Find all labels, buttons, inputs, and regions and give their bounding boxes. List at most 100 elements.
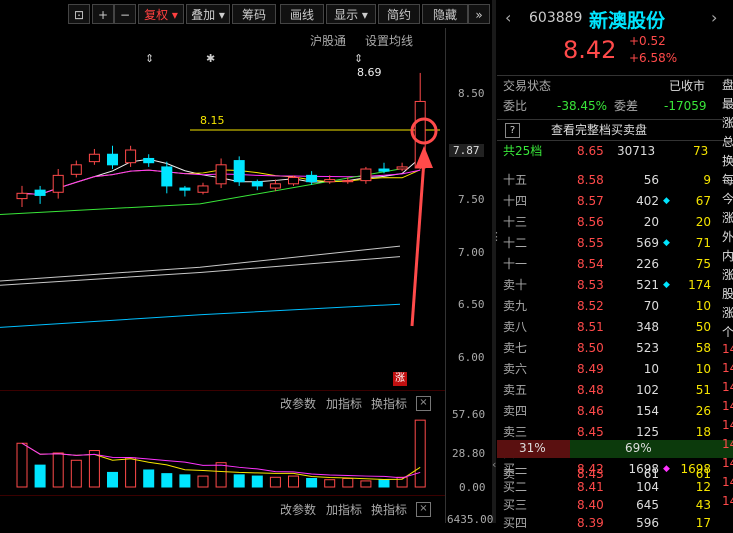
side-strip-item: 涨 (722, 116, 733, 130)
ask-level-label: 十四 (503, 194, 528, 208)
last-price: 8.42 (563, 36, 617, 64)
ratio-row: 委比 -38.45% 委差 -17059 (497, 96, 733, 116)
bid-price: 8.40 (577, 498, 604, 512)
ask-level-label: 卖三 (503, 425, 528, 439)
bid-volume: 645 (636, 498, 659, 512)
ask-row[interactable]: 卖十 8.53 521 ◆ 174 (497, 275, 733, 295)
price-change-pct: +6.58% (629, 51, 678, 65)
ask-volume: 10 (643, 362, 659, 376)
sell-ratio-label: 31% (519, 441, 546, 455)
bid-row[interactable]: 买四 8.39 596 17 (497, 513, 733, 533)
ask-level-label: 十三 (503, 215, 528, 229)
ask-price: 8.49 (577, 362, 604, 376)
ask-level-label: 卖九 (503, 299, 528, 313)
ask-price: 8.56 (577, 215, 604, 229)
ask-orders: 58 (695, 341, 711, 355)
ask-row[interactable]: 十五 8.58 56 9 (497, 170, 733, 190)
callout-annotation (410, 117, 438, 327)
ask-level-label: 卖七 (503, 341, 528, 355)
side-strip-item: 14 (722, 361, 733, 375)
ask-price: 8.58 (577, 173, 604, 187)
prev-stock-icon[interactable]: ‹ (505, 8, 511, 27)
ask-row[interactable]: 卖九 8.52 70 10 (497, 296, 733, 316)
ask-volume: 154 (636, 404, 659, 418)
diff-label: 委差 (614, 99, 639, 113)
bid-level-label: 买二 (503, 480, 528, 494)
large-order-icon: ◆ (663, 238, 670, 248)
status-value: 已收市 (669, 79, 706, 93)
ask-row[interactable]: 卖八 8.51 348 50 (497, 317, 733, 337)
side-strip-item: 每 (722, 173, 733, 187)
help-icon[interactable]: ? (505, 123, 520, 138)
ask-row[interactable]: 卖五 8.48 102 51 (497, 380, 733, 400)
ask-row[interactable]: 卖七 8.50 523 58 (497, 338, 733, 358)
ask-orders: 51 (695, 383, 711, 397)
side-strip-item: 个 (722, 325, 733, 339)
ask-volume: 125 (636, 425, 659, 439)
bid-volume: 596 (636, 516, 659, 530)
ask-row[interactable]: 十四 8.57 402 ◆ 67 (497, 191, 733, 211)
side-strip-item: 内 (722, 249, 733, 263)
diff-value: -17059 (664, 99, 707, 113)
ask-volume: 102 (636, 383, 659, 397)
levels-label: 共25档 (503, 144, 543, 158)
bid-level-label: 买四 (503, 516, 528, 530)
bid-price: 8.42 (577, 462, 604, 476)
ask-row[interactable]: 十二 8.55 569 ◆ 71 (497, 233, 733, 253)
ask-orders: 10 (695, 299, 711, 313)
side-strip-item: 最 (722, 97, 733, 111)
bid-price: 8.39 (577, 516, 604, 530)
ask-price: 8.48 (577, 383, 604, 397)
ask-volume: 402 (636, 194, 659, 208)
ratio-value: -38.45% (557, 99, 608, 113)
side-strip-item: 股 (722, 287, 733, 301)
bid-orders: 12 (695, 480, 711, 494)
bid-orders: 43 (695, 498, 711, 512)
bid-level-label: 买三 (503, 498, 528, 512)
bid-row[interactable]: 买三 8.40 645 43 (497, 495, 733, 515)
status-label: 交易状态 (503, 79, 552, 93)
ask-row[interactable]: 卖四 8.46 154 26 (497, 401, 733, 421)
ask-level-label: 十一 (503, 257, 528, 271)
ask-row[interactable]: 卖六 8.49 10 10 (497, 359, 733, 379)
next-stock-icon[interactable]: › (711, 8, 717, 27)
bid-volume: 104 (636, 480, 659, 494)
large-order-icon: ◆ (663, 464, 670, 474)
ask-volume: 348 (636, 320, 659, 334)
ask-row[interactable]: 十三 8.56 20 20 (497, 212, 733, 232)
ask-volume: 20 (643, 215, 659, 229)
large-order-icon: ◆ (663, 280, 670, 290)
bid-level-label: 买一 (503, 462, 528, 476)
bid-row[interactable]: 买二 8.41 104 12 (497, 477, 733, 497)
ask-price: 8.53 (577, 278, 604, 292)
ask-orders: 174 (688, 278, 711, 292)
ask-level-label: 卖八 (503, 320, 528, 334)
ask-row[interactable]: 十一 8.54 226 75 (497, 254, 733, 274)
ask-price: 8.45 (577, 425, 604, 439)
ask-volume: 56 (643, 173, 659, 187)
full-book-row[interactable]: ? 查看完整档买卖盘 (497, 119, 733, 140)
ratio-label: 委比 (503, 99, 528, 113)
bid-orders: 17 (695, 516, 711, 530)
ask-orders: 9 (703, 173, 711, 187)
bid-row[interactable]: 买一 8.42 1698 ◆ 1698 (497, 459, 733, 479)
ask-orders: 75 (695, 257, 711, 271)
side-strip-item: 涨 (722, 211, 733, 225)
ask-volume: 226 (636, 257, 659, 271)
panel-splitter[interactable] (492, 0, 496, 523)
levels-volume: 30713 (617, 144, 656, 158)
ask-price: 8.46 (577, 404, 604, 418)
side-strip-item: 总 (722, 135, 733, 149)
ask-level-label: 卖六 (503, 362, 528, 376)
ask-price: 8.54 (577, 257, 604, 271)
side-strip-item: 14 (722, 342, 733, 356)
side-strip-item: 外 (722, 230, 733, 244)
ask-level-label: 卖五 (503, 383, 528, 397)
full-book-link[interactable]: 查看完整档买卖盘 (551, 120, 647, 140)
buy-sell-ratio-bar: 31% 69% (497, 440, 733, 458)
side-strip-item: 涨 (722, 306, 733, 320)
ask-row[interactable]: 卖三 8.45 125 18 (497, 422, 733, 442)
side-strip-item: 盘 (722, 78, 733, 92)
bid-volume: 1698 (628, 462, 659, 476)
stock-name: 新澳股份 (589, 10, 666, 32)
